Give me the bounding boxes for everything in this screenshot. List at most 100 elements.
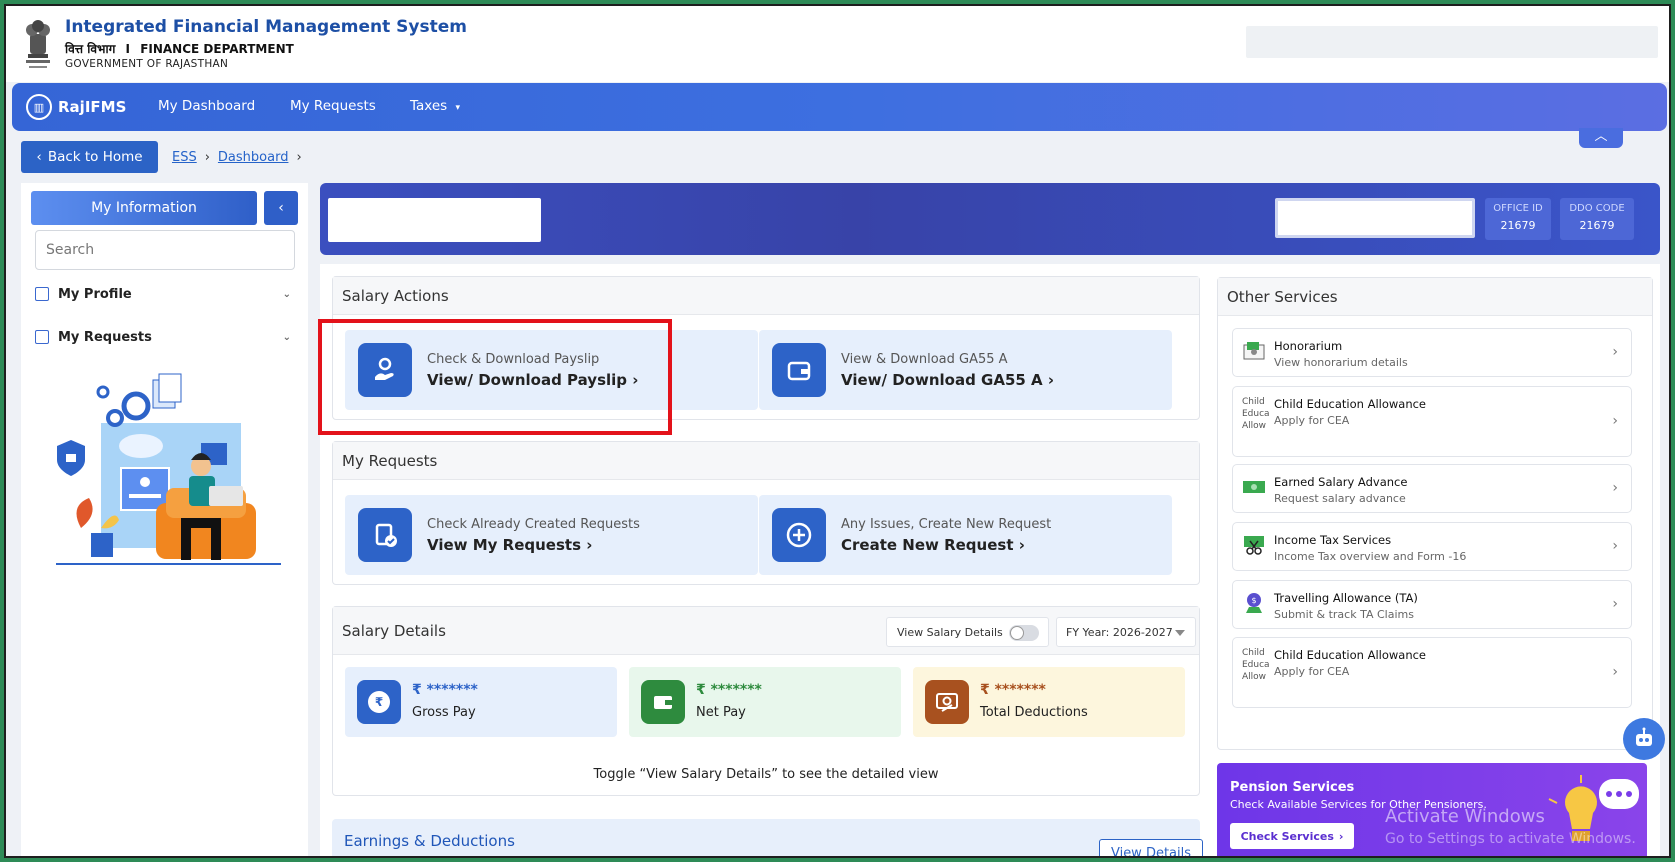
government-name: GOVERNMENT OF RAJASTHAN: [65, 58, 229, 70]
service-cea-1[interactable]: Child Educa Allow Child Education Allowa…: [1232, 386, 1632, 457]
ddo-code-box: DDO CODE 21679: [1560, 198, 1634, 240]
service-sub: Apply for CEA: [1274, 665, 1350, 678]
nav-item-my-requests[interactable]: My Requests: [290, 98, 376, 114]
location-pin-icon: $: [1246, 593, 1262, 613]
create-request-card[interactable]: Any Issues, Create New Request Create Ne…: [759, 495, 1172, 575]
section-title: Salary Actions: [333, 277, 1199, 315]
back-to-home-button[interactable]: ‹ Back to Home: [21, 141, 158, 173]
chevron-right-icon: ›: [204, 150, 210, 165]
broken-image-icon: Child Educa Allow: [1242, 397, 1270, 431]
sidebar-search-input[interactable]: [35, 230, 295, 270]
service-earned-salary-advance[interactable]: Earned Salary Advance Request salary adv…: [1232, 464, 1632, 513]
chevron-left-icon: ‹: [278, 200, 284, 216]
net-pay-label: Net Pay: [696, 705, 746, 720]
state-emblem-icon: [26, 20, 50, 68]
sidebar-item-my-requests[interactable]: My Requests ⌄: [35, 325, 297, 349]
nav-item-taxes[interactable]: Taxes ▾: [410, 98, 460, 114]
chevron-right-icon: ›: [1612, 344, 1618, 360]
service-title: Child Education Allowance: [1274, 397, 1427, 411]
windows-watermark-line2: Go to Settings to activate Windows.: [1385, 831, 1636, 847]
ga55a-link[interactable]: View/ Download GA55 A ›: [841, 371, 1054, 389]
back-to-home-label: Back to Home: [47, 149, 143, 165]
view-requests-link[interactable]: View My Requests ›: [427, 536, 592, 554]
chevron-right-icon: ›: [1612, 664, 1618, 680]
gross-pay-card: ₹ ₹ ******* Gross Pay: [345, 667, 617, 737]
chevron-right-icon: ›: [1338, 829, 1344, 843]
section-title: Other Services: [1218, 278, 1652, 316]
sidebar-item-label: My Profile: [58, 286, 132, 302]
toggle-hint-text: Toggle “View Salary Details” to see the …: [593, 767, 939, 782]
check-services-label: Check Services: [1240, 829, 1334, 843]
salary-details-section: Salary Details View Salary Details FY Ye…: [332, 606, 1200, 796]
my-information-button[interactable]: My Information: [31, 191, 257, 225]
ga55a-sub: View & Download GA55 A: [841, 352, 1008, 367]
chevron-down-icon: ⌄: [282, 331, 291, 343]
breadcrumb-dashboard[interactable]: Dashboard: [218, 150, 289, 165]
sidebar-collapse-button[interactable]: ‹: [264, 191, 298, 225]
ddo-code-value: 21679: [1579, 219, 1615, 232]
service-income-tax[interactable]: Income Tax Services Income Tax overview …: [1232, 522, 1632, 571]
gross-pay-value: ₹ *******: [412, 682, 478, 698]
deduction-icon: [925, 680, 969, 724]
broken-image-icon: Child Educa Allow: [1242, 648, 1270, 682]
nav-logo[interactable]: ▥ RajIFMS: [26, 94, 126, 120]
tax-scissors-icon: [1244, 536, 1264, 555]
dept-hindi: वित्त विभाग: [65, 42, 116, 56]
sidebar-item-my-profile[interactable]: My Profile ⌄: [35, 282, 297, 306]
windows-watermark-line1: Activate Windows: [1385, 806, 1545, 827]
user-info-redacted: [1246, 26, 1658, 58]
check-services-button[interactable]: Check Services ›: [1230, 823, 1354, 849]
salary-details-toggle[interactable]: View Salary Details: [886, 617, 1049, 647]
app-window: Integrated Financial Management System व…: [4, 4, 1671, 858]
view-requests-card[interactable]: Check Already Created Requests View My R…: [345, 495, 758, 575]
service-sub: Apply for CEA: [1274, 414, 1350, 427]
breadcrumb-ess[interactable]: ESS: [172, 150, 197, 165]
banknote-icon: [1243, 481, 1265, 493]
nav-item-taxes-label: Taxes: [410, 98, 448, 114]
view-details-button[interactable]: View Details: [1099, 839, 1203, 856]
chevron-right-icon: ›: [1612, 538, 1618, 554]
office-id-label: OFFICE ID: [1493, 203, 1543, 214]
chevron-right-icon: ›: [296, 150, 302, 165]
service-sub: View honorarium details: [1274, 356, 1408, 369]
service-honorarium[interactable]: Honorarium View honorarium details ›: [1232, 328, 1632, 377]
create-request-sub: Any Issues, Create New Request: [841, 517, 1052, 532]
toggle-switch[interactable]: [1009, 625, 1039, 641]
toggle-knob: [1010, 626, 1024, 640]
chevron-down-icon: ▾: [455, 103, 461, 113]
service-cea-2[interactable]: Child Educa Allow Child Education Allowa…: [1232, 637, 1632, 708]
service-title: Income Tax Services: [1274, 533, 1392, 547]
chevron-down-icon: ⌄: [282, 288, 291, 300]
total-deductions-label: Total Deductions: [980, 705, 1088, 720]
rajifms-logo-icon: ▥: [26, 94, 52, 120]
service-title: Earned Salary Advance: [1274, 475, 1408, 489]
cash-icon: [1243, 342, 1265, 360]
department-line: वित्त विभाग I FINANCE DEPARTMENT: [65, 40, 294, 57]
caret-down-icon: [1175, 630, 1185, 636]
chatbot-icon[interactable]: [1623, 718, 1665, 760]
chevron-left-icon: ‹: [36, 149, 42, 165]
dept-english: FINANCE DEPARTMENT: [140, 42, 294, 56]
requests-doc-icon: [35, 330, 49, 344]
top-header: Integrated Financial Management System व…: [6, 6, 1669, 82]
gross-pay-label: Gross Pay: [412, 705, 476, 720]
chevron-right-icon: ›: [1018, 536, 1025, 554]
employee-name-redacted: [328, 198, 541, 242]
nav-item-my-dashboard[interactable]: My Dashboard: [158, 98, 255, 114]
office-id-value: 21679: [1500, 219, 1536, 232]
dept-separator: I: [125, 42, 130, 56]
profile-doc-icon: [35, 287, 49, 301]
service-travelling-allowance[interactable]: $ Travelling Allowance (TA) Submit & tra…: [1232, 580, 1632, 629]
create-request-link[interactable]: Create New Request ›: [841, 536, 1025, 554]
net-pay-value: ₹ *******: [696, 682, 762, 698]
view-requests-sub: Check Already Created Requests: [427, 517, 640, 532]
wallet-icon: [641, 680, 685, 724]
chevron-right-icon: ›: [1612, 413, 1618, 429]
chevron-right-icon: ›: [1612, 596, 1618, 612]
ga55a-card[interactable]: View & Download GA55 A View/ Download GA…: [759, 330, 1172, 410]
svg-text:$: $: [1251, 596, 1256, 605]
chevron-up-icon[interactable]: ︿: [1579, 128, 1623, 148]
fy-year-select[interactable]: FY Year: 2026-2027: [1056, 617, 1196, 647]
create-request-label: Create New Request: [841, 536, 1014, 554]
pension-title: Pension Services: [1230, 780, 1355, 795]
